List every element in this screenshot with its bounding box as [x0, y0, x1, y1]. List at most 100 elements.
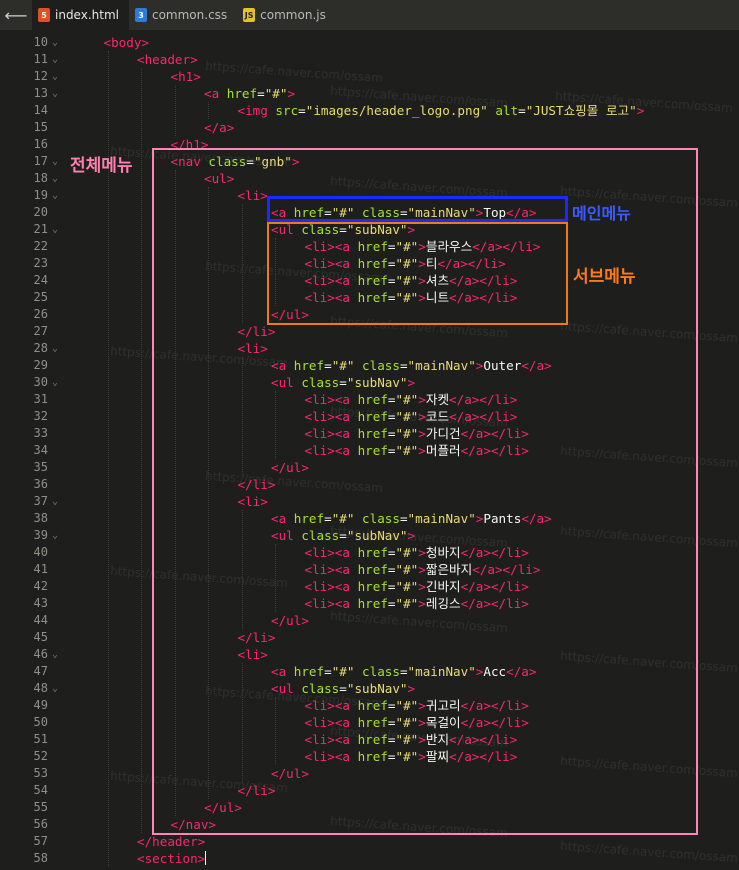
code-line: 15 </a> — [0, 119, 739, 136]
line-number: 58 — [33, 851, 48, 865]
code-text: <body> — [104, 34, 150, 51]
fold-chevron-icon[interactable]: ⌄ — [52, 680, 58, 697]
code-line: 58 <section> — [0, 850, 739, 867]
line-number: 44 — [33, 613, 48, 627]
line-number: 49 — [33, 698, 48, 712]
code-line: 10 ⌄ <body> — [0, 34, 739, 51]
code-token: <section> — [137, 851, 206, 866]
code-text: <a href="#"> — [204, 85, 295, 102]
line-number: 33 — [33, 426, 48, 440]
line-number: 36 — [33, 477, 48, 491]
fold-chevron-icon[interactable]: ⌄ — [52, 493, 58, 510]
line-number: 22 — [33, 239, 48, 253]
line-number: 53 — [33, 766, 48, 780]
code-text: </header> — [137, 833, 205, 850]
code-token: <body> — [103, 35, 150, 50]
line-number: 41 — [33, 562, 48, 576]
back-arrow-icon[interactable]: ⟵ — [0, 0, 32, 30]
tab-label: index.html — [55, 8, 119, 22]
main-menu-highlight-box — [267, 196, 568, 222]
code-token: = — [257, 86, 265, 101]
line-number: 29 — [33, 358, 48, 372]
code-token: "images/header_logo.png" — [305, 103, 488, 118]
fold-chevron-icon[interactable]: ⌄ — [52, 527, 58, 544]
tab-label: common.css — [151, 8, 228, 22]
html5-icon: 5 — [38, 8, 50, 22]
line-number: 39 — [33, 528, 48, 542]
line-number: 23 — [33, 256, 48, 270]
main-menu-annotation: 메인메뉴 — [572, 204, 631, 223]
tab-html[interactable]: 5 index.html — [32, 0, 129, 30]
line-number: 48 — [33, 681, 48, 695]
line-number: 37 — [33, 494, 48, 508]
editor-tab-bar: ⟵ 5 index.html 3 common.css JS common.js — [0, 0, 739, 30]
code-token: href — [226, 86, 258, 101]
tab-label: common.js — [260, 8, 326, 22]
code-token: <img — [237, 103, 276, 118]
code-text: <h1> — [171, 68, 201, 85]
text-cursor — [205, 851, 207, 865]
code-text: <section> — [137, 850, 207, 867]
code-token: alt — [495, 103, 519, 118]
line-number: 30 — [33, 375, 48, 389]
js-icon: JS — [243, 8, 256, 22]
line-number: 21 — [33, 222, 48, 236]
fold-chevron-icon[interactable]: ⌄ — [52, 170, 58, 187]
all-menu-annotation: 전체메뉴 — [70, 156, 133, 176]
code-token: </a> — [204, 120, 235, 135]
line-number: 38 — [33, 511, 48, 525]
line-number: 43 — [33, 596, 48, 610]
line-number: 16 — [33, 137, 48, 151]
line-number: 35 — [33, 460, 48, 474]
fold-chevron-icon[interactable]: ⌄ — [52, 646, 58, 663]
line-number: 10 — [33, 35, 48, 49]
line-number: 14 — [33, 103, 48, 117]
line-number: 15 — [33, 120, 48, 134]
code-token: "JUST쇼핑몰 로고" — [525, 103, 637, 118]
line-number: 40 — [33, 545, 48, 559]
fold-chevron-icon[interactable]: ⌄ — [52, 85, 58, 102]
code-token: src — [275, 103, 299, 118]
line-number: 45 — [33, 630, 48, 644]
line-number: 55 — [33, 800, 48, 814]
code-token: <a — [204, 86, 227, 101]
line-number: 26 — [33, 307, 48, 321]
code-token: <header> — [137, 52, 198, 67]
tab-list: 5 index.html 3 common.css JS common.js — [32, 0, 336, 30]
code-text: <img src="images/header_logo.png" alt="J… — [238, 102, 645, 119]
code-line: 11 ⌄ <header> — [0, 51, 739, 68]
code-line: 13 ⌄ <a href="#"> — [0, 85, 739, 102]
code-token: = — [298, 103, 306, 118]
code-line: 12 ⌄ <h1> — [0, 68, 739, 85]
line-number: 51 — [33, 732, 48, 746]
code-text: <header> — [137, 51, 198, 68]
fold-chevron-icon[interactable]: ⌄ — [52, 68, 58, 85]
fold-chevron-icon[interactable]: ⌄ — [52, 34, 58, 51]
line-number: 46 — [33, 647, 48, 661]
fold-chevron-icon[interactable]: ⌄ — [52, 153, 58, 170]
line-number: 20 — [33, 205, 48, 219]
code-token: = — [518, 103, 526, 118]
fold-chevron-icon[interactable]: ⌄ — [52, 51, 58, 68]
line-number: 25 — [33, 290, 48, 304]
line-number: 13 — [33, 86, 48, 100]
line-number: 27 — [33, 324, 48, 338]
code-token: "#" — [264, 86, 288, 101]
sub-menu-annotation: 서브메뉴 — [573, 267, 636, 287]
line-number: 12 — [33, 69, 48, 83]
line-number: 18 — [33, 171, 48, 185]
tab-js[interactable]: JS common.js — [237, 0, 336, 30]
fold-chevron-icon[interactable]: ⌄ — [52, 187, 58, 204]
line-number: 17 — [33, 154, 48, 168]
line-number: 56 — [33, 817, 48, 831]
line-number: 28 — [33, 341, 48, 355]
line-number: 57 — [33, 834, 48, 848]
fold-chevron-icon[interactable]: ⌄ — [52, 374, 58, 391]
line-number: 52 — [33, 749, 48, 763]
code-line: 57 </header> — [0, 833, 739, 850]
code-text: </a> — [204, 119, 234, 136]
tab-css[interactable]: 3 common.css — [129, 0, 237, 30]
fold-chevron-icon[interactable]: ⌄ — [52, 221, 58, 238]
fold-chevron-icon[interactable]: ⌄ — [52, 340, 58, 357]
line-number: 32 — [33, 409, 48, 423]
